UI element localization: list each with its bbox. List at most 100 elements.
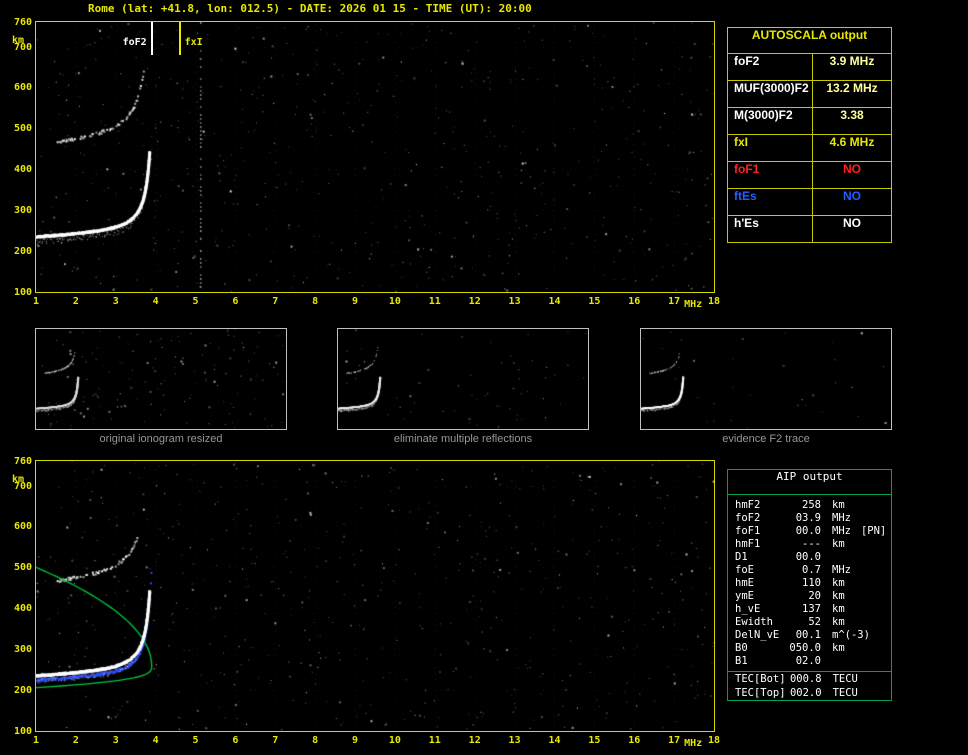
panel-original-ionogram	[35, 328, 287, 430]
aip-row-value: 110	[802, 577, 821, 589]
autoscala-table-rows: foF2 3.9 MHz MUF(3000)F2 13.2 MHz M(3000)F2 3…	[728, 53, 891, 242]
panel-evidence-canvas	[641, 329, 891, 429]
y-axis-tick-top: 760	[13, 17, 32, 28]
x-axis-tick-bottom: 12	[468, 735, 481, 746]
autoscala-row-value: 4.6 MHz	[829, 135, 875, 149]
y-axis-tick-bottom: 760	[13, 456, 32, 467]
aip-row-name: h_vE	[735, 603, 761, 615]
panel-eliminate-canvas	[338, 329, 588, 429]
aip-row-name: foF2	[735, 512, 761, 524]
ionogram-top-canvas	[36, 22, 714, 292]
aip-row-D1: D1 00.0	[728, 551, 891, 564]
aip-row-DelN_vE: DelN_vE 00.1 m^(-3)	[728, 629, 891, 642]
panel-original-canvas	[36, 329, 286, 429]
autoscala-row-foF2: foF2 3.9 MHz	[728, 53, 891, 80]
x-axis-tick-bottom: 6	[232, 735, 239, 746]
aip-row-value: ---	[802, 538, 821, 550]
aip-row-unit: MHz	[832, 525, 851, 537]
x-axis-tick-bottom: 18	[707, 735, 721, 746]
aip-row-name: TEC[Bot]	[735, 673, 786, 685]
panel-eliminate-reflections	[337, 328, 589, 430]
y-axis-tick-top: 300	[13, 205, 32, 217]
aip-row-TEC[Top]: TEC[Top] 002.0 TECU	[728, 687, 891, 700]
aip-row-value: 52	[808, 616, 821, 628]
aip-row-name: B0	[735, 642, 748, 654]
ionogram-bottom-plot	[35, 460, 715, 732]
aip-row-unit: km	[832, 590, 845, 602]
autoscala-output-table: AUTOSCALA output foF2 3.9 MHz MUF(3000)F2 1…	[727, 27, 892, 243]
y-axis-unit-top: km	[12, 35, 25, 46]
aip-row-name: B1	[735, 655, 748, 667]
autoscala-row-M(3000)F2: M(3000)F2 3.38	[728, 107, 891, 134]
caption-original-ionogram: original ionogram resized	[99, 433, 223, 445]
x-axis-tick-bottom: 10	[388, 735, 401, 746]
aip-row-TEC[Bot]: TEC[Bot] 000.8 TECU	[728, 671, 891, 687]
autoscala-row-value: NO	[843, 189, 861, 203]
autoscala-row-label: h'Es	[728, 216, 813, 242]
x-axis-tick-top: 17	[668, 296, 681, 307]
autoscala-window: Rome (lat: +41.8, lon: 012.5) - DATE: 20…	[0, 0, 968, 755]
aip-row-name: hmF1	[735, 538, 761, 550]
autoscala-row-label: ftEs	[728, 189, 813, 215]
y-axis-tick-top: 500	[13, 123, 32, 135]
aip-row-value: 002.0	[789, 687, 822, 699]
x-axis-unit-top: MHz	[684, 299, 703, 310]
aip-row-foF2: foF2 03.9 MHz	[728, 512, 891, 525]
aip-row-value: 02.0	[795, 655, 821, 667]
aip-table-title: AIP output	[728, 470, 891, 495]
x-axis-tick-bottom: 7	[272, 735, 279, 746]
autoscala-row-value: 3.9 MHz	[829, 54, 875, 68]
autoscala-row-foF1: foF1 NO	[728, 161, 891, 188]
y-axis-tick-bottom: 500	[13, 562, 32, 574]
aip-row-name: hmE	[735, 577, 754, 589]
aip-row-B1: B1 02.0	[728, 655, 891, 668]
aip-row-value: 0.7	[802, 564, 821, 576]
aip-row-unit: TECU	[832, 673, 858, 685]
autoscala-row-h'Es: h'Es NO	[728, 215, 891, 242]
aip-row-value: 00.1	[795, 629, 821, 641]
x-axis-tick-top: 18	[707, 296, 721, 307]
autoscala-row-label: M(3000)F2	[728, 108, 813, 134]
aip-row-foE: foE 0.7 MHz	[728, 564, 891, 577]
x-axis-tick-bottom: 15	[588, 735, 601, 746]
autoscala-row-label: foF2	[728, 54, 813, 80]
y-axis-tick-top: 400	[13, 164, 32, 176]
aip-row-value: 258	[802, 499, 821, 511]
aip-row-value: 20	[808, 590, 821, 602]
x-axis-tick-bottom: 14	[548, 735, 561, 746]
x-axis-tick-bottom: 8	[312, 735, 319, 746]
aip-row-value: 050.0	[789, 642, 821, 654]
autoscala-row-label: fxI	[728, 135, 813, 161]
aip-row-name: hmF2	[735, 499, 761, 511]
aip-row-unit: km	[832, 577, 845, 589]
aip-row-unit: km	[832, 642, 845, 654]
x-axis-tick-bottom: 2	[72, 735, 79, 746]
aip-row-unit: MHz	[832, 564, 851, 576]
autoscala-row-value: 13.2 MHz	[826, 81, 878, 95]
x-axis-tick-top: 8	[312, 296, 319, 307]
x-axis-tick-bottom: 11	[428, 735, 441, 746]
panel-evidence-f2	[640, 328, 892, 430]
aip-row-value: 137	[802, 603, 821, 615]
autoscala-row-MUF(3000)F2: MUF(3000)F2 13.2 MHz	[728, 80, 891, 107]
x-axis-tick-top: 5	[192, 296, 199, 307]
x-axis-tick-top: 6	[232, 296, 239, 307]
autoscala-row-fxI: fxI 4.6 MHz	[728, 134, 891, 161]
aip-row-value: 000.8	[789, 673, 822, 685]
aip-row-B0: B0 050.0 km	[728, 642, 891, 655]
x-axis-tick-bottom: 3	[112, 735, 119, 746]
aip-row-unit: km	[832, 603, 845, 615]
x-axis-tick-bottom: 17	[668, 735, 681, 746]
aip-row-unit: km	[832, 538, 845, 550]
x-axis-tick-top: 1	[32, 296, 40, 307]
fxI-marker-label: fxI	[183, 37, 204, 48]
x-axis-tick-bottom: 5	[192, 735, 199, 746]
x-axis-tick-top: 9	[352, 296, 359, 307]
caption-evidence-f2: evidence F2 trace	[722, 433, 810, 445]
aip-row-name: foF1	[735, 525, 761, 537]
aip-row-unit: km	[832, 616, 845, 628]
aip-row-ymE: ymE 20 km	[728, 590, 891, 603]
x-axis-tick-top: 12	[468, 296, 481, 307]
autoscala-row-value: NO	[843, 162, 861, 176]
aip-row-unit: m^(-3)	[832, 629, 870, 641]
